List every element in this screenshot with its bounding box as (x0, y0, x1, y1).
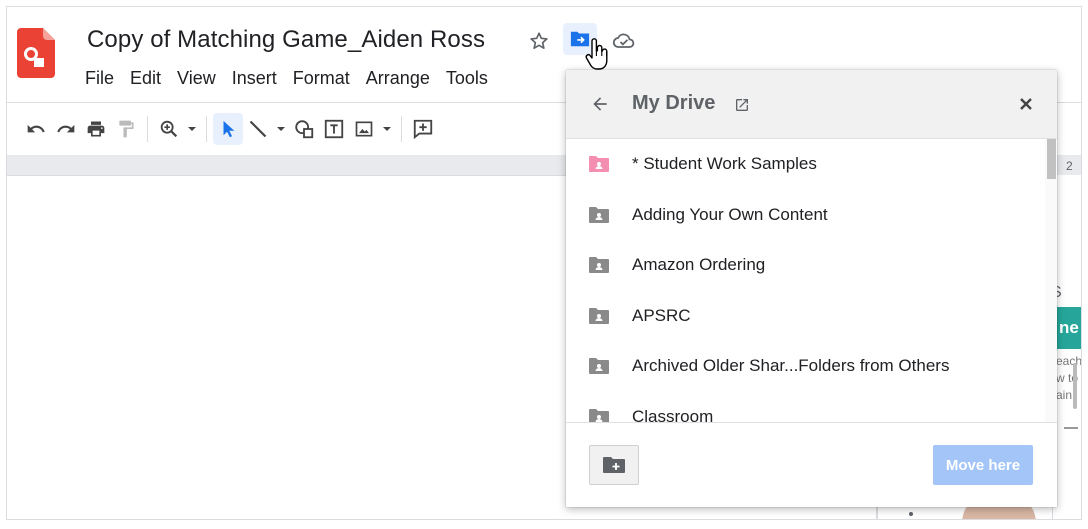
slides-window: Copy of Matching Game_Aiden Ross File Ed… (6, 6, 1082, 520)
folder-item[interactable]: APSRC (566, 291, 1045, 342)
image-icon[interactable] (349, 113, 379, 145)
redo-icon[interactable] (51, 113, 81, 145)
folder-item[interactable]: Classroom (566, 392, 1045, 422)
undo-icon[interactable] (21, 113, 51, 145)
new-folder-button[interactable] (589, 445, 639, 485)
folder-label: APSRC (632, 305, 691, 325)
open-in-new-icon[interactable] (734, 97, 750, 113)
folder-list: * Student Work Samples Adding Your Own C… (566, 139, 1045, 422)
panel-divider (876, 505, 878, 519)
menu-view[interactable]: View (177, 67, 224, 89)
toolbar-divider (206, 116, 207, 142)
line-icon[interactable] (243, 113, 273, 145)
move-to-folder-icon[interactable] (563, 23, 597, 55)
image-dropdown-icon[interactable] (379, 113, 395, 145)
menu-insert[interactable]: Insert (232, 67, 285, 89)
folder-label: Archived Older Shar...Folders from Other… (632, 356, 950, 376)
toolbar-divider (147, 116, 148, 142)
new-folder-icon (603, 457, 625, 473)
slide-peek-banner: ne (1056, 307, 1081, 349)
zoom-dropdown-icon[interactable] (184, 113, 200, 145)
menu-file[interactable]: File (85, 67, 122, 89)
cloud-saved-icon[interactable] (610, 27, 638, 55)
menu-edit[interactable]: Edit (130, 67, 169, 89)
shared-folder-icon (589, 358, 609, 375)
menu-tools[interactable]: Tools (446, 67, 496, 89)
slide-peek-divider (1064, 427, 1078, 429)
folder-label: * Student Work Samples (632, 154, 817, 174)
toolbar-divider (401, 116, 402, 142)
toolbar (21, 113, 438, 145)
shared-folder-icon (589, 408, 609, 422)
dialog-title: My Drive (632, 92, 716, 114)
shape-icon[interactable] (289, 113, 319, 145)
folder-item[interactable]: * Student Work Samples (566, 139, 1045, 190)
document-title[interactable]: Copy of Matching Game_Aiden Ross (87, 26, 485, 54)
paint-format-icon[interactable] (111, 113, 141, 145)
move-here-button[interactable]: Move here (933, 445, 1033, 485)
dialog-header: My Drive (566, 70, 1057, 139)
scrollbar[interactable] (1045, 139, 1057, 422)
textbox-icon[interactable] (319, 113, 349, 145)
scrollbar-thumb[interactable] (1047, 139, 1056, 179)
line-dropdown-icon[interactable] (273, 113, 289, 145)
folder-item[interactable]: Amazon Ordering (566, 240, 1045, 291)
dialog-footer: Move here (566, 422, 1057, 507)
ruler-number: 2 (1066, 159, 1073, 173)
menu-bar: File Edit View Insert Format Arrange Too… (85, 67, 504, 89)
slide-peek-text: each (1056, 354, 1082, 368)
slides-logo-icon[interactable] (17, 28, 55, 78)
zoom-icon[interactable] (154, 113, 184, 145)
close-icon[interactable] (1014, 92, 1038, 116)
menu-format[interactable]: Format (293, 67, 358, 89)
panel-dot (909, 512, 913, 516)
shared-folder-icon (589, 307, 609, 324)
comment-icon[interactable] (408, 113, 438, 145)
folder-item[interactable]: Adding Your Own Content (566, 190, 1045, 241)
slide-peek-scrollbar (1073, 363, 1077, 409)
menu-arrange[interactable]: Arrange (366, 67, 438, 89)
back-arrow-icon[interactable] (586, 90, 614, 118)
shared-folder-icon (589, 156, 609, 173)
shared-folder-icon (589, 257, 609, 274)
folder-label: Amazon Ordering (632, 255, 766, 275)
print-icon[interactable] (81, 113, 111, 145)
select-icon[interactable] (213, 113, 243, 145)
folder-item[interactable]: Archived Older Shar...Folders from Other… (566, 341, 1045, 392)
move-to-folder-dialog: My Drive * Student Work Samples Adding Y… (566, 70, 1057, 507)
folder-label: Classroom (632, 406, 714, 422)
shared-folder-icon (589, 206, 609, 223)
star-icon[interactable] (525, 27, 553, 55)
folder-label: Adding Your Own Content (632, 204, 828, 224)
